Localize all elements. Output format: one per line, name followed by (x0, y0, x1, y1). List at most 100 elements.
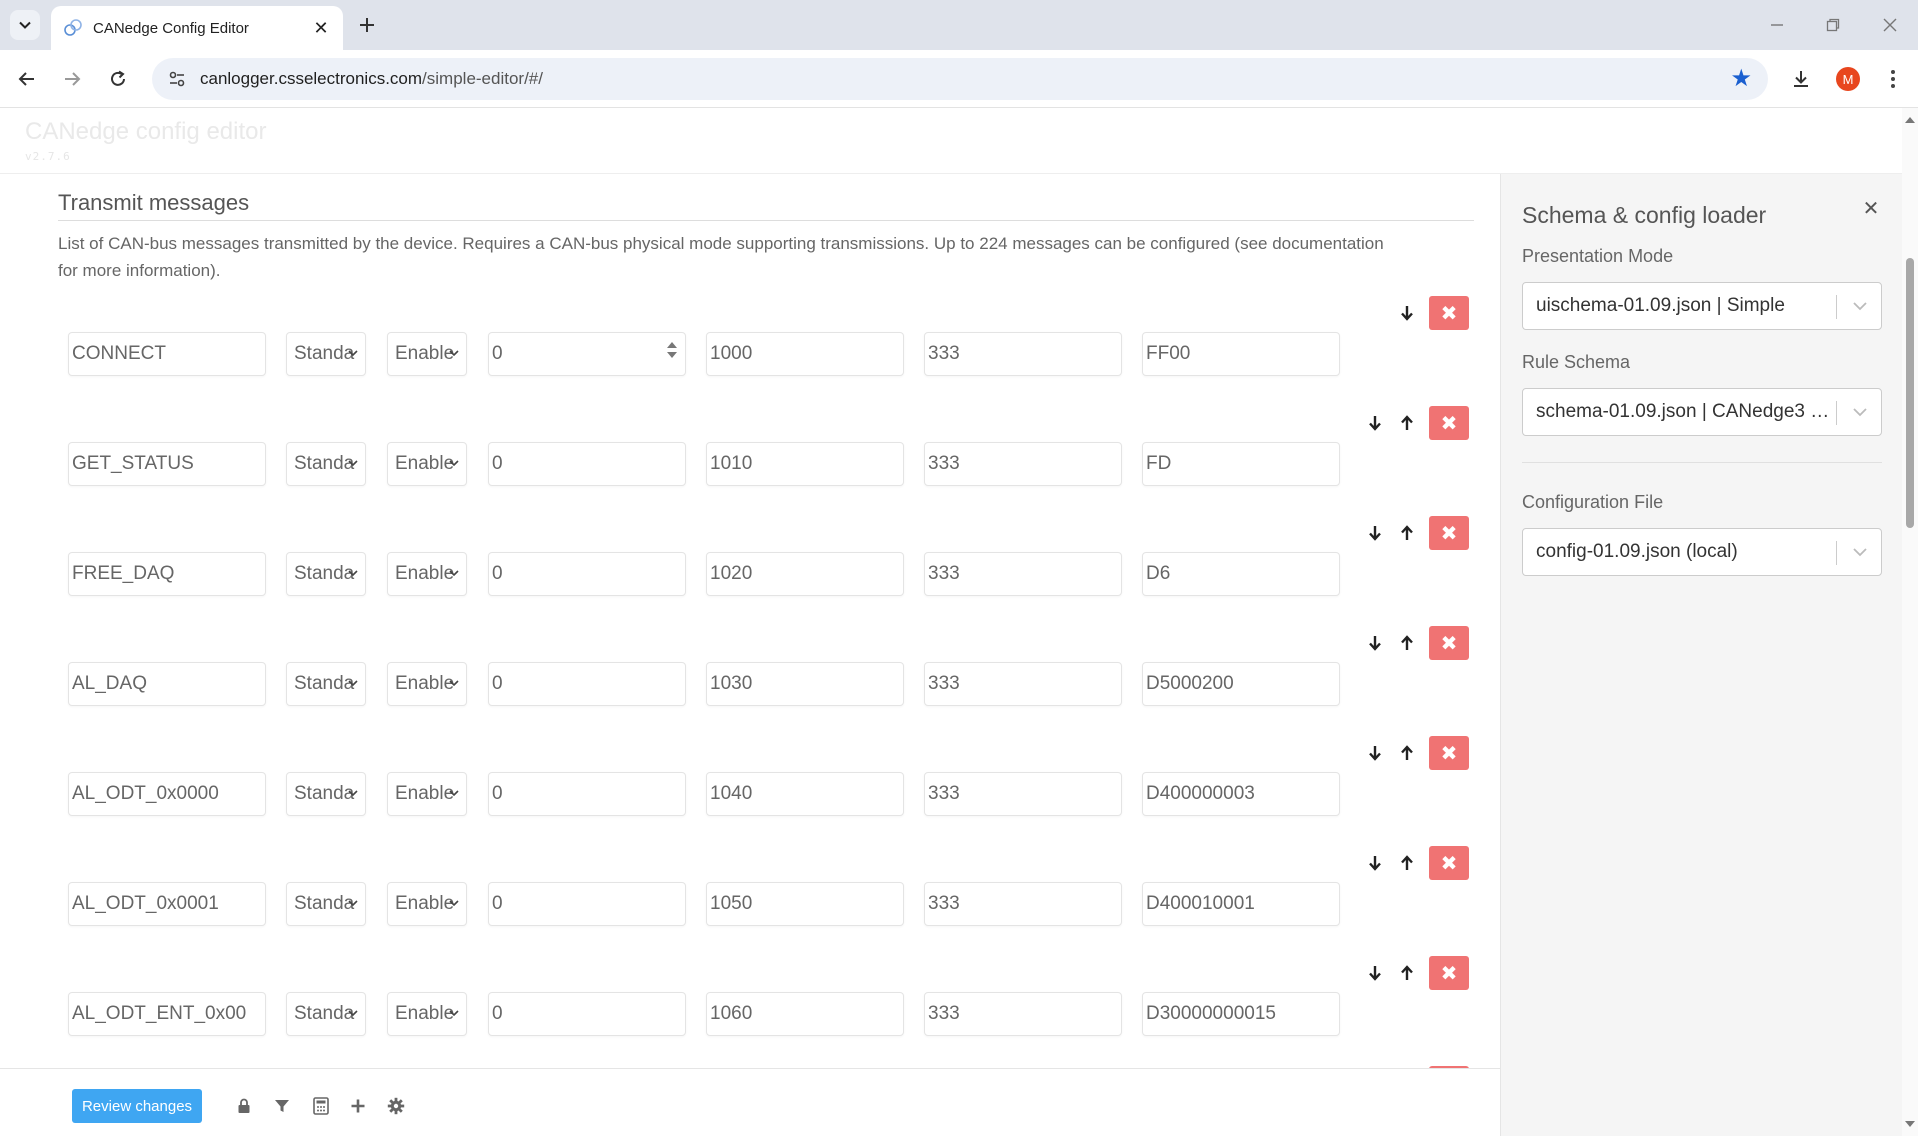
message-id-input[interactable]: 333 (924, 772, 1122, 816)
reload-button[interactable] (103, 64, 133, 94)
message-name-input[interactable]: AL_ODT_0x0000 (68, 772, 266, 816)
message-id-input[interactable]: 333 (924, 332, 1122, 376)
minimize-button[interactable] (1762, 12, 1792, 38)
message-data-input[interactable]: FF00 (1142, 332, 1340, 376)
delete-message-button[interactable]: ✖ (1429, 296, 1469, 330)
delete-message-button[interactable]: ✖ (1429, 516, 1469, 550)
period-input[interactable]: 1020 (706, 552, 904, 596)
tab-close-icon[interactable]: ✕ (311, 18, 331, 39)
spin-down-icon[interactable] (667, 351, 677, 359)
message-name-input[interactable]: GET_STATUS (68, 442, 266, 486)
move-down-button[interactable] (1359, 516, 1391, 550)
state-select[interactable]: Enable (387, 442, 467, 486)
scroll-down-arrow-icon[interactable] (1904, 1118, 1916, 1130)
downloads-button[interactable] (1786, 64, 1816, 94)
move-down-button[interactable] (1359, 736, 1391, 770)
scroll-up-arrow-icon[interactable] (1904, 114, 1916, 126)
browser-menu-button[interactable] (1880, 64, 1906, 94)
spin-up-icon[interactable] (667, 341, 677, 349)
back-button[interactable] (12, 64, 42, 94)
message-data-input[interactable]: D400010001 (1142, 882, 1340, 926)
delete-message-button[interactable]: ✖ (1429, 626, 1469, 660)
state-select[interactable]: Enable (387, 552, 467, 596)
move-up-button[interactable] (1391, 626, 1423, 660)
delete-message-button[interactable]: ✖ (1429, 406, 1469, 440)
forward-button[interactable] (57, 64, 87, 94)
message-id-input[interactable]: 333 (924, 882, 1122, 926)
number-spinner[interactable] (667, 341, 677, 359)
frame-type-select[interactable]: Standa (286, 662, 366, 706)
page-scrollbar[interactable] (1902, 108, 1918, 1136)
message-data-input[interactable]: D30000000015 (1142, 992, 1340, 1036)
presentation-mode-select[interactable]: uischema-01.09.json | Simple (1522, 282, 1882, 330)
frame-type-select[interactable]: Standa (286, 442, 366, 486)
frame-type-select[interactable]: Standa (286, 332, 366, 376)
delete-message-button[interactable]: ✖ (1429, 736, 1469, 770)
move-up-button[interactable] (1391, 846, 1423, 880)
state-select[interactable]: Enable (387, 992, 467, 1036)
bookmark-star-icon[interactable]: ★ (1730, 67, 1752, 91)
address-bar[interactable]: canlogger.csselectronics.com/simple-edit… (152, 58, 1768, 100)
delete-message-button[interactable]: ✖ (1429, 956, 1469, 990)
configuration-file-select[interactable]: config-01.09.json (local) (1522, 528, 1882, 576)
message-data-input[interactable]: D5000200 (1142, 662, 1340, 706)
period-input[interactable]: 1060 (706, 992, 904, 1036)
restore-button[interactable] (1818, 12, 1848, 38)
rule-schema-select[interactable]: schema-01.09.json | CANedge3 G... (1522, 388, 1882, 436)
scrollbar-thumb[interactable] (1906, 258, 1914, 528)
new-tab-button[interactable] (352, 10, 382, 40)
message-data-input[interactable]: D400000003 (1142, 772, 1340, 816)
period-input[interactable]: 1050 (706, 882, 904, 926)
state-select[interactable]: Enable (387, 772, 467, 816)
move-up-button[interactable] (1391, 406, 1423, 440)
message-name-input[interactable]: CONNECT (68, 332, 266, 376)
profile-avatar[interactable]: M (1836, 67, 1860, 91)
move-down-button[interactable] (1359, 626, 1391, 660)
message-id-input[interactable]: 333 (924, 552, 1122, 596)
browser-tab-active[interactable]: CANedge Config Editor ✕ (51, 6, 343, 50)
plus-icon[interactable] (347, 1095, 369, 1117)
message-data-input[interactable]: FD (1142, 442, 1340, 486)
move-up-button[interactable] (1391, 736, 1423, 770)
review-changes-button[interactable]: Review changes (72, 1089, 202, 1123)
calculator-icon[interactable] (310, 1095, 332, 1117)
move-down-button[interactable] (1359, 956, 1391, 990)
move-up-button[interactable] (1391, 516, 1423, 550)
message-id-input[interactable]: 333 (924, 662, 1122, 706)
lock-icon[interactable] (233, 1095, 255, 1117)
period-input[interactable]: 1040 (706, 772, 904, 816)
frame-type-select[interactable]: Standa (286, 552, 366, 596)
delete-message-button[interactable]: ✖ (1429, 846, 1469, 880)
period-input[interactable]: 1000 (706, 332, 904, 376)
message-name-input[interactable]: AL_DAQ (68, 662, 266, 706)
message-name-input[interactable]: FREE_DAQ (68, 552, 266, 596)
state-select[interactable]: Enable (387, 332, 467, 376)
gear-icon[interactable] (385, 1095, 407, 1117)
frame-type-select[interactable]: Standa (286, 772, 366, 816)
delay-input[interactable]: 0 (488, 772, 686, 816)
delay-input[interactable]: 0 (488, 442, 686, 486)
tab-search-button[interactable] (10, 10, 40, 40)
move-down-button[interactable] (1359, 846, 1391, 880)
move-down-button[interactable] (1391, 296, 1423, 330)
delay-input[interactable]: 0 (488, 552, 686, 596)
move-up-button[interactable] (1391, 956, 1423, 990)
filter-icon[interactable] (271, 1095, 293, 1117)
period-input[interactable]: 1030 (706, 662, 904, 706)
close-window-button[interactable] (1875, 12, 1905, 38)
message-name-input[interactable]: AL_ODT_0x0001 (68, 882, 266, 926)
delay-input[interactable]: 0 (488, 992, 686, 1036)
state-select[interactable]: Enable (387, 882, 467, 926)
delay-input[interactable]: 0 (488, 332, 686, 376)
delay-input[interactable]: 0 (488, 662, 686, 706)
move-down-button[interactable] (1359, 406, 1391, 440)
message-name-input[interactable]: AL_ODT_ENT_0x00 (68, 992, 266, 1036)
frame-type-select[interactable]: Standa (286, 992, 366, 1036)
frame-type-select[interactable]: Standa (286, 882, 366, 926)
message-data-input[interactable]: D6 (1142, 552, 1340, 596)
message-id-input[interactable]: 333 (924, 442, 1122, 486)
state-select[interactable]: Enable (387, 662, 467, 706)
delay-input[interactable]: 0 (488, 882, 686, 926)
close-panel-icon[interactable]: ✕ (1859, 196, 1883, 221)
site-settings-icon[interactable] (166, 68, 188, 90)
